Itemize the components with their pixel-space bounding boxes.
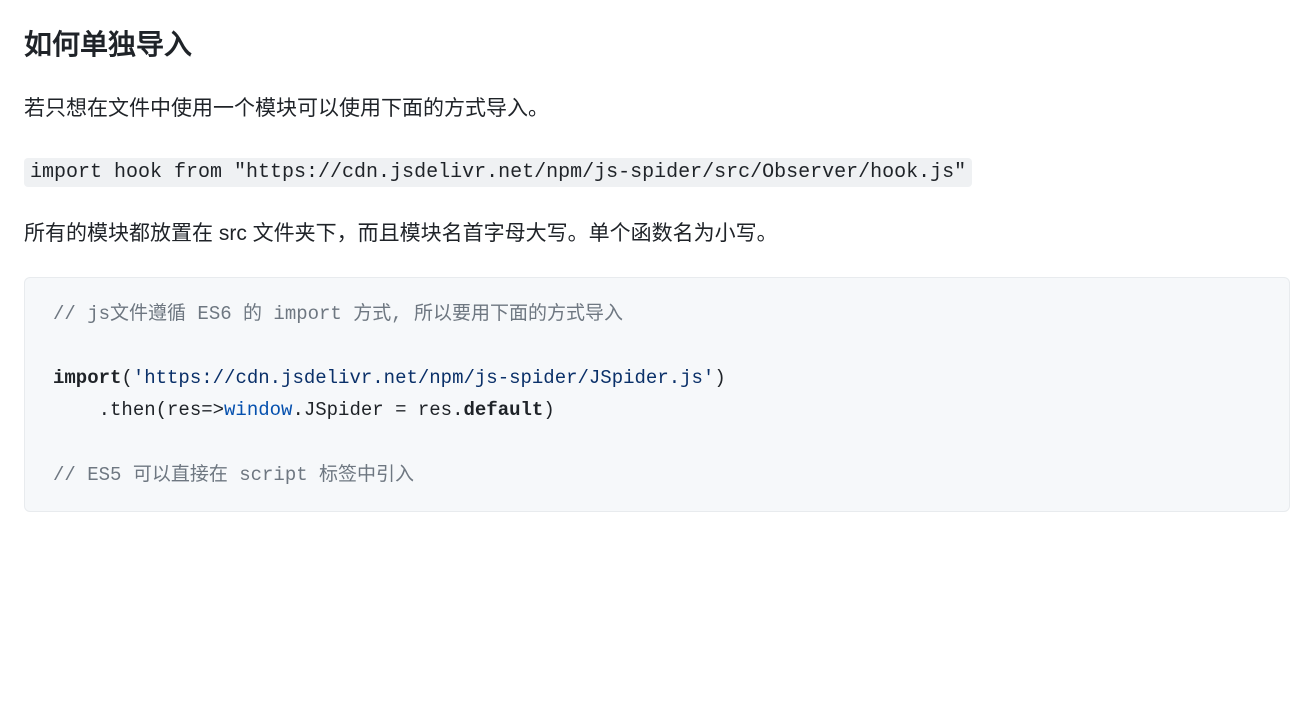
code-window-token: window (224, 399, 292, 421)
code-comment-2: // ES5 可以直接在 script 标签中引入 (53, 464, 414, 486)
code-import-keyword: import (53, 367, 121, 389)
code-default-keyword: default (463, 399, 543, 421)
inline-code-paragraph: import hook from "https://cdn.jsdelivr.n… (24, 152, 1290, 191)
code-then-mid: .JSpider = res. (292, 399, 463, 421)
code-then-suffix: ) (543, 399, 554, 421)
code-open-paren: ( (121, 367, 132, 389)
code-close-paren: ) (714, 367, 725, 389)
section-heading: 如何单独导入 (24, 24, 1290, 66)
inline-code: import hook from "https://cdn.jsdelivr.n… (24, 158, 972, 187)
code-block: // js文件遵循 ES6 的 import 方式, 所以要用下面的方式导入 i… (24, 277, 1290, 513)
code-comment-1: // js文件遵循 ES6 的 import 方式, 所以要用下面的方式导入 (53, 303, 623, 325)
code-then-prefix: .then(res=> (53, 399, 224, 421)
code-url-string: 'https://cdn.jsdelivr.net/npm/js-spider/… (133, 367, 715, 389)
description-paragraph: 所有的模块都放置在 src 文件夹下，而且模块名首字母大写。单个函数名为小写。 (24, 215, 1290, 253)
intro-paragraph: 若只想在文件中使用一个模块可以使用下面的方式导入。 (24, 90, 1290, 128)
